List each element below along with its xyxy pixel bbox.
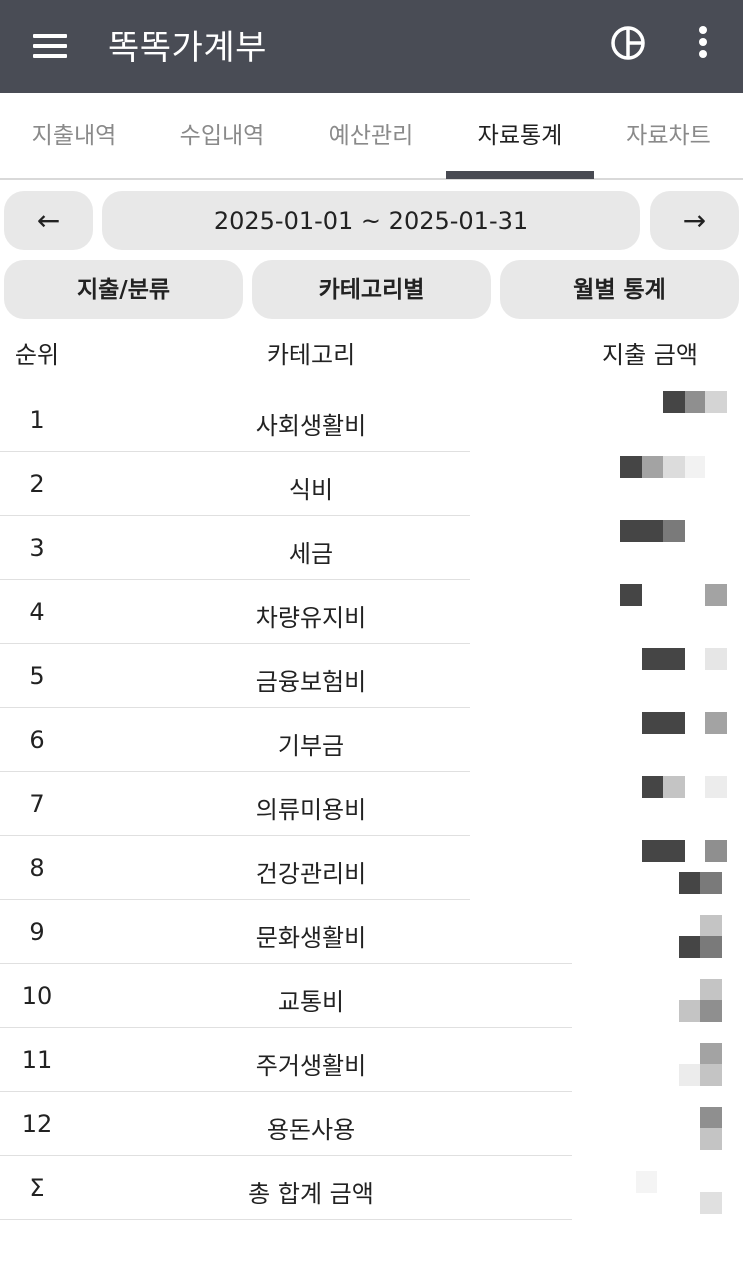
row-rank: 7 — [29, 790, 45, 818]
pixelation-block — [620, 456, 642, 478]
pixelation-block — [700, 1000, 722, 1022]
pixelation-block — [700, 915, 722, 937]
header-category: 카테고리 — [266, 341, 356, 369]
row-category: 주거생활비 — [255, 1052, 367, 1080]
row-category: 식비 — [288, 476, 334, 504]
pixelation-block — [705, 391, 727, 413]
pixelation-block — [700, 1064, 722, 1086]
prev-period-button[interactable]: ← — [4, 191, 93, 250]
row-rank: 3 — [29, 534, 45, 562]
pixelation-block — [663, 456, 685, 478]
table-row[interactable]: 10 교통비 — [0, 964, 572, 1028]
pixelation-block — [642, 456, 663, 478]
pixelation-block — [700, 872, 722, 894]
pixelation-block — [705, 584, 727, 606]
pixelation-block — [700, 1192, 722, 1214]
table-row[interactable]: 2 식비 — [0, 452, 470, 516]
pixelation-block — [642, 648, 685, 670]
pixelation-block — [679, 1000, 700, 1022]
row-category: 문화생활비 — [255, 924, 367, 952]
hamburger-menu-icon[interactable] — [26, 26, 74, 66]
table-row[interactable]: 3 세금 — [0, 516, 470, 580]
row-rank: 9 — [29, 918, 45, 946]
pixelation-block — [620, 520, 663, 542]
tab-income[interactable]: 수입내역 — [148, 93, 296, 178]
pixelation-block — [705, 648, 727, 670]
row-category: 금융보험비 — [255, 668, 367, 696]
row-category: 건강관리비 — [255, 860, 367, 888]
row-rank: 2 — [29, 470, 45, 498]
table-row[interactable]: 12 용돈사용 — [0, 1092, 572, 1156]
tab-statistics[interactable]: 자료통계 — [446, 93, 594, 178]
header-amount: 지출 금액 — [602, 341, 698, 369]
pixelation-block — [679, 872, 700, 894]
row-category: 사회생활비 — [255, 412, 367, 440]
pixelation-block — [663, 391, 685, 413]
table-row[interactable]: 6 기부금 — [0, 708, 470, 772]
monthly-stats-button[interactable]: 월별 통계 — [500, 260, 739, 319]
table-row[interactable]: 8 건강관리비 — [0, 836, 572, 900]
table-row[interactable]: 9 문화생활비 — [0, 900, 572, 964]
tab-bar: 지출내역 수입내역 예산관리 자료통계 자료차트 — [0, 93, 743, 180]
table-row[interactable]: 7 의류미용비 — [0, 772, 470, 836]
pixelation-block — [700, 979, 722, 1001]
pixelation-block — [620, 584, 642, 606]
pixelation-block — [700, 1128, 722, 1150]
row-category: 세금 — [288, 540, 334, 568]
row-category: 기부금 — [277, 732, 345, 760]
row-category: 용돈사용 — [266, 1116, 356, 1144]
more-vertical-icon[interactable] — [680, 18, 726, 68]
row-category: 차량유지비 — [255, 604, 367, 632]
app-bar: 똑똑가계부 — [0, 0, 743, 93]
row-rank: 4 — [29, 598, 45, 626]
pixelation-block — [685, 391, 705, 413]
table-row[interactable]: Σ 총 합계 금액 — [0, 1156, 572, 1220]
row-rank: 8 — [29, 854, 45, 882]
pixelation-block — [663, 776, 685, 798]
pie-chart-icon[interactable] — [603, 18, 653, 68]
active-tab-indicator — [446, 171, 594, 179]
row-category: 총 합계 금액 — [248, 1180, 374, 1208]
header-rank: 순위 — [14, 341, 60, 369]
pixelation-block — [663, 520, 685, 542]
pixelation-block — [679, 936, 700, 958]
row-rank: 11 — [21, 1046, 53, 1074]
pixelation-block — [700, 1107, 722, 1129]
pixelation-block — [705, 840, 727, 862]
pixelation-block — [685, 456, 705, 478]
row-rank: 10 — [21, 982, 53, 1010]
pixelation-block — [705, 712, 727, 734]
app-title: 똑똑가계부 — [108, 28, 267, 68]
pixelation-block — [705, 776, 727, 798]
expense-category-button[interactable]: 지출/분류 — [4, 260, 243, 319]
row-rank: Σ — [29, 1174, 45, 1202]
tab-expenses[interactable]: 지출내역 — [0, 93, 148, 178]
row-rank: 12 — [21, 1110, 53, 1138]
next-period-button[interactable]: → — [650, 191, 739, 250]
table-row[interactable]: 4 차량유지비 — [0, 580, 470, 644]
row-divider — [0, 1219, 572, 1220]
tab-budget[interactable]: 예산관리 — [297, 93, 445, 178]
pixelation-block — [642, 712, 685, 734]
pixelation-block — [636, 1171, 657, 1193]
pixelation-block — [642, 776, 663, 798]
by-category-button[interactable]: 카테고리별 — [252, 260, 491, 319]
table-row[interactable]: 11 주거생활비 — [0, 1028, 572, 1092]
pixelation-block — [679, 1064, 700, 1086]
table-row[interactable]: 5 금융보험비 — [0, 644, 470, 708]
row-category: 교통비 — [277, 988, 345, 1016]
row-category: 의류미용비 — [255, 796, 367, 824]
pixelation-block — [642, 840, 685, 862]
row-rank: 6 — [29, 726, 45, 754]
pixelation-block — [700, 1043, 722, 1065]
date-range-button[interactable]: 2025-01-01 ~ 2025-01-31 — [102, 191, 640, 250]
tab-charts[interactable]: 자료차트 — [594, 93, 743, 178]
row-rank: 5 — [29, 662, 45, 690]
row-rank: 1 — [29, 406, 45, 434]
pixelation-block — [700, 936, 722, 958]
table-row[interactable]: 1 사회생활비 — [0, 388, 470, 452]
